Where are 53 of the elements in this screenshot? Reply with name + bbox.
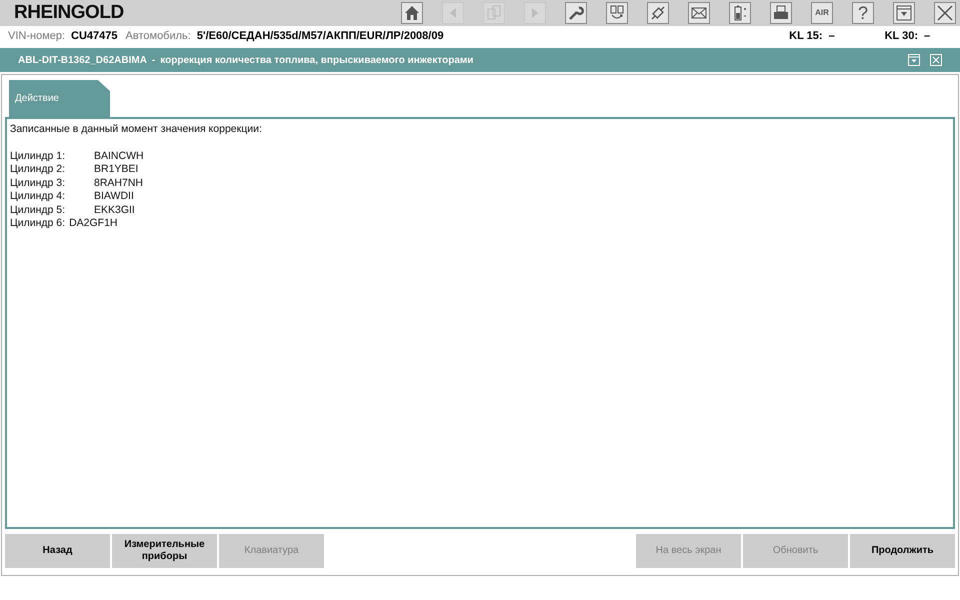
vin-value: CU47475 <box>71 28 118 44</box>
correction-value: EKK3GII <box>94 204 135 217</box>
toolbar-button[interactable] <box>688 2 710 24</box>
toolbar-button[interactable] <box>565 2 587 24</box>
action-button[interactable]: Измерительные приборы <box>112 534 217 568</box>
correction-value: DA2GF1H <box>69 217 118 230</box>
toolbar-button[interactable] <box>729 2 751 24</box>
toolbar-button[interactable] <box>770 2 792 24</box>
toolbar-button[interactable]: ? <box>852 2 874 24</box>
toolbar-button[interactable] <box>893 2 915 24</box>
vin-label: VIN-номер: <box>8 28 66 44</box>
kl30-value: – <box>924 28 932 44</box>
toolbar-button[interactable] <box>606 2 628 24</box>
right-triangle-icon <box>532 8 538 18</box>
dropdown-panel-icon[interactable] <box>908 54 920 66</box>
separator-text: - <box>152 54 156 68</box>
toolbar-button[interactable]: AIR <box>811 2 833 24</box>
kl15-value: – <box>828 28 836 44</box>
procedure-code: ABL-DIT-B1362_D62ABIMA <box>18 54 147 68</box>
tab[interactable]: Действие <box>9 80 110 117</box>
cylinder-label: Цилиндр 6: <box>10 217 66 230</box>
app-title: RHEINGOLD <box>14 0 124 25</box>
toolbar-button[interactable] <box>934 2 956 24</box>
close-icon <box>936 4 954 22</box>
cylinder-label: Цилиндр 5: <box>10 204 66 217</box>
procedure-title: коррекция количества топлива, впрыскиваемого инжекторами <box>160 54 474 68</box>
left-triangle-icon <box>450 8 456 18</box>
cylinder-label: Цилиндр 3: <box>10 176 66 190</box>
cylinder-label: Цилиндр 4: <box>10 190 66 204</box>
correction-value: BAINCWH <box>94 150 144 163</box>
kl15-label: KL 15: <box>789 28 823 44</box>
correction-value: 8RAH7NH <box>94 176 144 190</box>
content-heading: Записанные в данный момент значения коррекции: <box>10 123 263 136</box>
car-value: 5'/E60/СЕДАН/535d/M57/АКПП/EUR/ЛР/2008/09 <box>196 28 444 44</box>
plug-icon <box>649 4 667 22</box>
help-label: ? <box>858 4 868 22</box>
cylinder-label: Цилиндр 1: <box>10 150 66 163</box>
wrench-icon <box>567 4 585 22</box>
air-search-label: AIR <box>815 9 829 17</box>
action-button[interactable]: Назад <box>5 534 110 568</box>
cylinder-label: Цилиндр 2: <box>10 163 66 176</box>
kl30-label: KL 30: <box>884 28 918 44</box>
correction-value: BIAWDII <box>94 190 134 204</box>
car-label: Автомобиль: <box>126 28 191 44</box>
correction-value: BR1YBEI <box>94 163 138 176</box>
action-button[interactable]: Продолжить <box>850 534 955 568</box>
printer-icon <box>772 4 790 22</box>
toolbar-button[interactable] <box>647 2 669 24</box>
dropdown-panel-icon <box>895 4 913 22</box>
close-icon[interactable] <box>930 54 942 66</box>
documents-icon <box>485 4 503 22</box>
home-icon <box>403 4 421 22</box>
toolbar-button[interactable] <box>401 2 423 24</box>
